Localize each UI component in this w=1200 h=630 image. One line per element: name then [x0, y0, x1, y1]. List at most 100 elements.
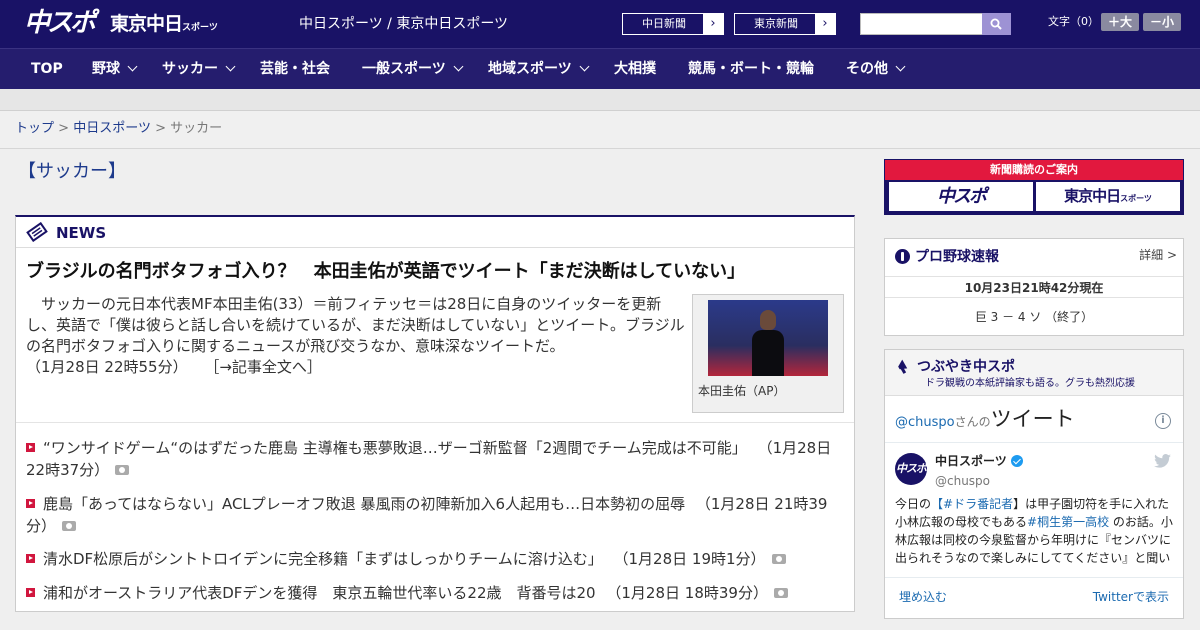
- tokyo-shimbun-label: 東京新聞: [754, 17, 798, 30]
- breadcrumb-home[interactable]: トップ: [15, 121, 54, 136]
- nav-label: 地域スポーツ: [488, 61, 572, 77]
- chevron-down-icon: [127, 61, 138, 72]
- subscription-logo-tokyo-suffix: スポーツ: [1120, 194, 1152, 203]
- site-links[interactable]: 中日スポーツ / 東京中日スポーツ: [299, 15, 508, 33]
- twitter-section-title: つぶやき中スポ: [917, 359, 1015, 375]
- news-link[interactable]: 浦和がオーストラリア代表DFデンを獲得 東京五輪世代率いる22歳 背番号は20: [43, 584, 596, 602]
- breadcrumb-current: サッカー: [170, 121, 223, 136]
- avatar[interactable]: 中スポ: [895, 453, 927, 485]
- account-name-text: 中日スポーツ: [935, 454, 1007, 468]
- baseball-scores-widget: プロ野球速報 詳細 > 10月23日21時42分現在 巨 3 － 4 ソ （終了…: [884, 238, 1184, 336]
- breadcrumb: トップ > 中日スポーツ > サッカー: [0, 111, 1200, 149]
- top-photo[interactable]: [708, 300, 828, 376]
- baseball-updated-time: 10月23日21時42分現在: [885, 276, 1183, 298]
- top-summary: サッカーの元日本代表MF本田圭佑(33）＝前フィテッセ＝は28日に自身のツイッタ…: [26, 294, 686, 378]
- font-bigger-button[interactable]: ＋大: [1101, 13, 1139, 31]
- list-item: “ワンサイドゲーム“のはずだった鹿島 主導権も悪夢敗退…ザーゴ新監督「2週間でチ…: [26, 437, 846, 481]
- photo-caption: 本田圭佑（AP）: [698, 384, 786, 398]
- chevron-down-icon: [453, 61, 464, 72]
- news-label: NEWS: [56, 224, 107, 242]
- news-section: NEWS ブラジルの名門ボタフォゴ入り？ 本田圭佑が英語でツイート「まだ決断はし…: [15, 215, 855, 612]
- baseball-title: プロ野球速報: [915, 249, 999, 265]
- nav-item-baseball[interactable]: 野球: [92, 49, 138, 90]
- baseball-icon: [895, 249, 910, 264]
- nav-item-general-sports[interactable]: 一般スポーツ: [362, 49, 464, 90]
- search-icon: [990, 18, 1002, 30]
- list-item: 浦和がオーストラリア代表DFデンを獲得 東京五輪世代率いる22歳 背番号は20 …: [26, 582, 846, 604]
- nav-item-other[interactable]: その他: [846, 49, 906, 90]
- nav-label: 野球: [92, 61, 120, 77]
- subscription-logo-chuspo: 中スポ: [889, 182, 1033, 211]
- chevron-down-icon: [895, 61, 906, 72]
- camera-icon: [771, 554, 786, 564]
- bullet-icon: [26, 554, 35, 563]
- nav-item-sumo[interactable]: 大相撲: [614, 49, 656, 90]
- news-link[interactable]: “ワンサイドゲーム“のはずだった鹿島 主導権も悪夢敗退…ザーゴ新監督「2週間でチ…: [43, 439, 747, 457]
- chuspo-logo[interactable]: 中スポ: [24, 8, 96, 38]
- nav-item-entertainment[interactable]: 芸能・社会: [260, 49, 330, 90]
- site-header: 中スポ 東京中日スポーツ 中日スポーツ / 東京中日スポーツ 中日新聞 › 東京…: [0, 0, 1200, 48]
- twitter-handle-link[interactable]: @chuspo: [895, 415, 955, 430]
- subscription-banner[interactable]: 新聞購読のご案内 中スポ 東京中日スポーツ: [884, 159, 1184, 215]
- nav-label: その他: [846, 61, 888, 77]
- nav-item-soccer[interactable]: サッカー: [162, 49, 236, 90]
- chevron-right-icon: ›: [815, 14, 835, 34]
- info-icon[interactable]: i: [1155, 413, 1171, 429]
- tweets-heading: ツイート: [990, 407, 1075, 431]
- divider: [885, 442, 1183, 443]
- chevron-down-icon: [225, 61, 236, 72]
- nav-label: 一般スポーツ: [362, 61, 446, 77]
- tokyo-shimbun-button[interactable]: 東京新聞 ›: [734, 13, 836, 35]
- tweet-text: 今日の【#ドラ番記者】は甲子園切符を手に入れた小林広報の母校でもある#桐生第一高…: [895, 495, 1177, 567]
- main-nav: TOP 野球 サッカー 芸能・社会 一般スポーツ 地域スポーツ 大相撲 競馬・ボ…: [0, 48, 1200, 89]
- nav-item-top[interactable]: TOP: [31, 49, 63, 90]
- twitter-bird-icon[interactable]: [1154, 454, 1171, 468]
- tweets-by-header: @chuspoさんのツイート: [895, 406, 1075, 436]
- nav-item-local-sports[interactable]: 地域スポーツ: [488, 49, 590, 90]
- tokyo-logo-text: 東京中日: [110, 13, 183, 35]
- view-on-twitter-link[interactable]: Twitterで表示: [1093, 588, 1169, 606]
- breadcrumb-section[interactable]: 中日スポーツ: [73, 121, 151, 136]
- bullet-icon: [26, 499, 35, 508]
- news-link[interactable]: 清水DF松原后がシントトロイデンに完全移籍「まずはしっかりチームに溶け込む」: [43, 550, 603, 568]
- twitter-section-subtitle: ドラ観戦の本紙評論家も語る。グラも熱烈応援: [925, 378, 1135, 389]
- sub-bar: [0, 89, 1200, 111]
- chunichi-shimbun-button[interactable]: 中日新聞 ›: [622, 13, 724, 35]
- bullet-icon: [26, 588, 35, 597]
- hashtag-link[interactable]: 【#ドラ番記者: [931, 497, 1013, 511]
- nav-label: 競馬・ボート・競輪: [688, 61, 814, 77]
- tokyo-chunichi-logo[interactable]: 東京中日スポーツ: [110, 12, 218, 40]
- font-smaller-button[interactable]: －小: [1143, 13, 1181, 31]
- verified-icon: [1010, 455, 1023, 467]
- top-photo-box: 本田圭佑（AP）: [692, 294, 844, 413]
- nav-label: TOP: [31, 61, 63, 77]
- search-button[interactable]: [982, 13, 1011, 35]
- tokyo-logo-suffix: スポーツ: [182, 23, 218, 33]
- photo-figure-body: [752, 330, 784, 376]
- search-input[interactable]: [860, 13, 983, 35]
- top-headline[interactable]: ブラジルの名門ボタフォゴ入り？ 本田圭佑が英語でツイート「まだ決断はしていない」: [26, 258, 846, 286]
- news-link[interactable]: 鹿島「あってはならない」ACLプレーオフ敗退 暴風雨の初陣新加入6人起用も…日本…: [43, 495, 685, 513]
- summary-text: サッカーの元日本代表MF本田圭佑(33）＝前フィテッセ＝は28日に自身のツイッタ…: [26, 295, 685, 355]
- tweet-account-handle[interactable]: @chuspo: [935, 473, 990, 489]
- subscription-label: 新聞購読のご案内: [885, 160, 1183, 180]
- subscription-logo-tokyo: 東京中日スポーツ: [1036, 182, 1180, 211]
- embed-link[interactable]: 埋め込む: [899, 588, 947, 606]
- chevron-down-icon: [579, 61, 590, 72]
- nav-item-keiba[interactable]: 競馬・ボート・競輪: [688, 49, 814, 90]
- bullet-icon: [26, 443, 35, 452]
- news-header: NEWS: [16, 217, 854, 248]
- baseball-details-link[interactable]: 詳細 >: [1139, 247, 1177, 263]
- tweet-account-name[interactable]: 中日スポーツ: [935, 453, 1023, 469]
- list-item: 鹿島「あってはならない」ACLプレーオフ敗退 暴風雨の初陣新加入6人起用も…日本…: [26, 493, 846, 537]
- hashtag-link[interactable]: #桐生第一高校: [1027, 515, 1109, 529]
- chunichi-shimbun-label: 中日新聞: [642, 17, 686, 30]
- news-time: （1月28日 19時1分）: [613, 550, 766, 568]
- read-more-link[interactable]: ［→記事全文へ］: [204, 358, 322, 376]
- handle-suffix: さんの: [954, 415, 991, 429]
- baseball-score[interactable]: 巨 3 － 4 ソ （終了）: [885, 309, 1183, 325]
- news-time: （1月28日 18時39分）: [606, 584, 768, 602]
- tweet-text-part: 今日の: [895, 497, 932, 511]
- camera-icon: [62, 521, 77, 531]
- nav-label: 芸能・社会: [260, 61, 330, 77]
